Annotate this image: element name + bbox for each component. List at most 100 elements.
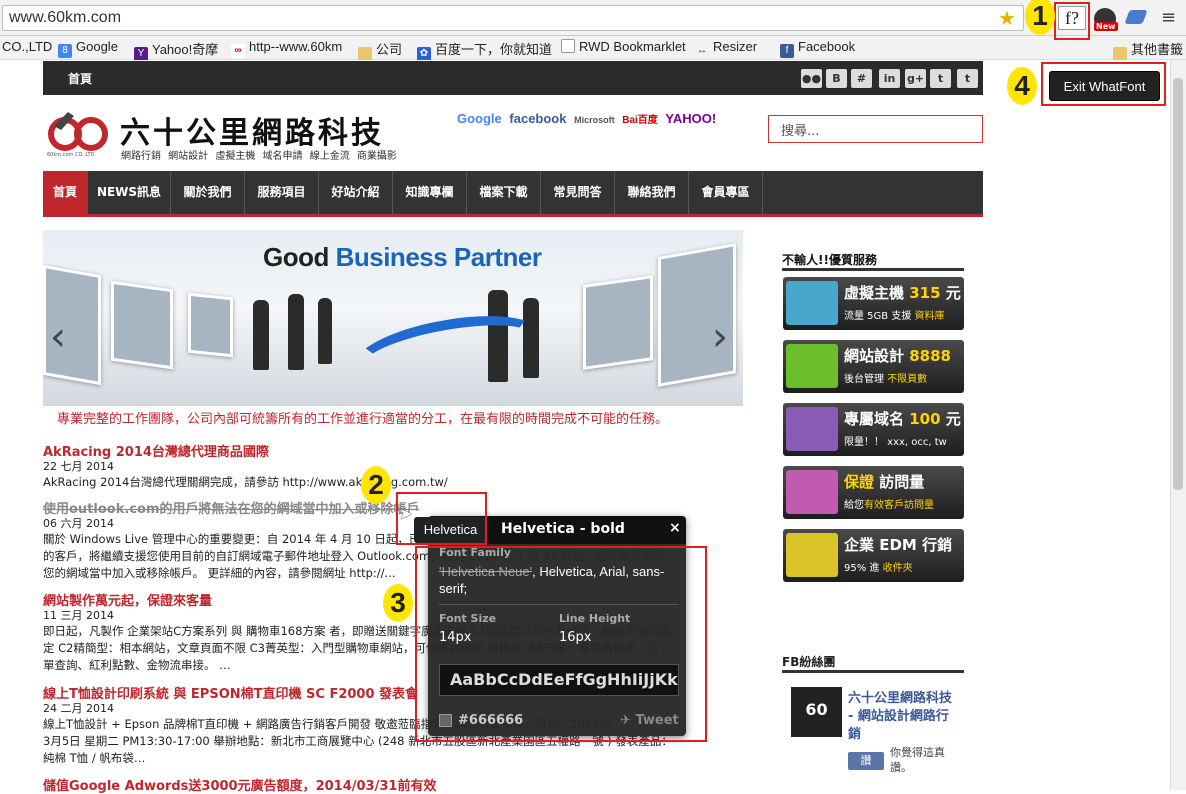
service-title: 企業 EDM 行銷	[844, 536, 953, 554]
color-hex: #666666	[458, 713, 524, 728]
brand-tagline: 網路行銷 網站設計 虛擬主機 域名申請 線上金流 商業攝影	[121, 151, 397, 162]
nav-faq[interactable]: 常見問答	[541, 171, 615, 214]
bookmark-label: 百度一下，你就知道	[435, 42, 553, 57]
menu-icon[interactable]: ≡	[1161, 7, 1176, 28]
service-hosting-card[interactable]: 虛擬主機 315 元 流量 5GB 支援 資料庫	[783, 277, 964, 330]
service-edm-card[interactable]: 企業 EDM 行銷 95% 進 收件夾	[783, 529, 964, 582]
folder-icon: ▬	[358, 47, 372, 61]
banner-person	[253, 300, 269, 370]
topbar-home-link[interactable]: 首頁	[68, 70, 92, 87]
bookmark-label: 公司	[376, 42, 403, 57]
blogger-icon[interactable]: B	[826, 69, 847, 88]
other-bookmarks[interactable]: ▬ 其他書籤	[1113, 39, 1183, 61]
bookmark-item[interactable]: f Facebook	[780, 39, 855, 58]
bookmark-star-icon[interactable]: ★	[998, 6, 1016, 30]
nav-sites[interactable]: 好站介紹	[319, 171, 393, 214]
flickr-icon[interactable]: ●●	[801, 69, 822, 88]
mail-icon	[786, 533, 838, 577]
fb-page-name[interactable]: 六十公里網路科技 - 網站設計網路行銷	[848, 690, 958, 744]
nav-members[interactable]: 會員專區	[689, 171, 763, 214]
resize-icon: ↔	[697, 45, 707, 56]
banner-person	[318, 298, 332, 364]
baidu-icon: ✿	[417, 47, 431, 61]
bookmark-item[interactable]: RWD Bookmarklet	[561, 39, 686, 54]
nav-downloads[interactable]: 檔案下載	[467, 171, 541, 214]
scrollbar-thumb[interactable]	[1173, 78, 1183, 490]
bookmark-item[interactable]: ▬ 公司	[358, 39, 402, 61]
news-date: 22 七月 2014	[43, 460, 114, 473]
bookmark-item[interactable]: 8 Google	[58, 39, 118, 58]
nav-about[interactable]: 關於我們	[171, 171, 245, 214]
service-subtitle: 95% 進 收件夾	[844, 563, 913, 574]
banner-prev-icon[interactable]: ‹	[50, 314, 66, 360]
nav-news[interactable]: NEWS訊息	[88, 171, 171, 214]
service-subtitle: 流量 5GB 支援 資料庫	[844, 311, 945, 322]
fb-like-button[interactable]: 讚	[848, 752, 884, 770]
chart-icon	[786, 470, 838, 514]
logo-subtext: 60km.com CO.,LTD.	[47, 152, 96, 158]
partner-google: Google	[457, 111, 502, 126]
yahoo-icon: Y	[134, 47, 148, 61]
service-domain-card[interactable]: 專屬域名 100 元 限量！！ xxx, occ, tw	[783, 403, 964, 456]
tweet-button[interactable]: ✈ Tweet	[620, 713, 679, 728]
sidebar-title: 不輸人!!優質服務	[782, 253, 877, 267]
address-bar[interactable]: www.60km.com	[2, 5, 1024, 31]
site-search-input[interactable]: 搜尋...	[768, 115, 983, 143]
google-plus-icon[interactable]: g+	[905, 69, 926, 88]
other-bookmarks-label: 其他書籤	[1131, 42, 1184, 57]
bookmark-label: http--www.60km	[249, 39, 343, 54]
fb-page-logo[interactable]: 60	[791, 687, 842, 737]
service-subtitle: 後台管理 不限頁數	[844, 374, 928, 385]
service-webdesign-card[interactable]: 網站設計 8888 後台管理 不限頁數	[783, 340, 964, 393]
linkedin-icon[interactable]: in	[879, 69, 900, 88]
close-icon[interactable]: ×	[669, 520, 681, 536]
exit-whatfont-button[interactable]: Exit WhatFont	[1049, 71, 1160, 101]
fb-like-text: 你覺得這真讚。	[890, 746, 945, 774]
annotation-number: 2	[361, 466, 391, 504]
bookmark-label: Yahoo!奇摩	[152, 42, 219, 57]
plurk-icon[interactable]: #	[851, 69, 872, 88]
nav-services[interactable]: 服務項目	[245, 171, 319, 214]
bookmark-item[interactable]: ∞ http--www.60km	[231, 39, 342, 58]
bookmark-item[interactable]: ↔ Resizer	[695, 39, 757, 58]
service-title: 保證 訪問量	[844, 473, 925, 491]
cursor-icon: ➤	[399, 504, 413, 523]
hero-banner[interactable]: Good Business Partner	[43, 230, 743, 406]
twitter-icon[interactable]: t	[957, 69, 978, 88]
partner-yahoo: YAHOO!	[665, 111, 717, 126]
banner-next-icon[interactable]: ›	[712, 314, 728, 360]
nav-home[interactable]: 首頁	[43, 171, 88, 214]
annotation-number: 4	[1007, 67, 1037, 105]
bookmarks-bar: CO.,LTD 8 Google Y Yahoo!奇摩 ∞ http--www.60k…	[0, 36, 1186, 61]
sidebar-divider	[782, 268, 964, 271]
news-date: 24 二月 2014	[43, 702, 114, 715]
bookmark-item[interactable]: ✿ 百度一下，你就知道	[417, 39, 552, 61]
service-traffic-card[interactable]: 保證 訪問量 給您有效客戶訪問量	[783, 466, 964, 519]
banner-title: Good Business Partner	[263, 242, 542, 272]
partner-facebook: facebook	[509, 111, 567, 126]
bookmark-item[interactable]: CO.,LTD	[2, 39, 52, 54]
nav-knowledge[interactable]: 知識專欄	[393, 171, 467, 214]
tumblr-icon[interactable]: t	[930, 69, 951, 88]
banner-tagline: 專業完整的工作團隊，公司內部可統籌所有的工作並進行適當的分工，在最有限的時間完成…	[57, 412, 669, 427]
site-logo[interactable]	[48, 108, 108, 158]
service-subtitle: 限量！！ xxx, occ, tw	[844, 437, 947, 448]
news-date: 06 六月 2014	[43, 517, 114, 530]
font-size-value: 14px	[439, 630, 472, 645]
page-icon	[561, 39, 575, 53]
bookmark-item[interactable]: Y Yahoo!奇摩	[134, 39, 218, 61]
news-title[interactable]: 儲值Google Adwords送3000元廣告額度，2014/03/31前有效	[43, 775, 436, 794]
banner-monitor	[583, 275, 653, 370]
whatfont-extension-button[interactable]: f?	[1058, 6, 1086, 30]
service-title: 專屬域名 100 元	[844, 410, 961, 428]
fb-section-title: FB紛絲團	[782, 655, 836, 669]
google-icon: 8	[58, 44, 72, 58]
nav-contact[interactable]: 聯絡我們	[615, 171, 689, 214]
font-family-value: 'Helvetica Neue', Helvetica, Arial, sans…	[439, 564, 665, 596]
partner-microsoft: Microsoft	[574, 115, 615, 125]
banner-monitor	[111, 280, 173, 370]
service-subtitle: 給您有效客戶訪問量	[844, 500, 934, 511]
annotation-number: 3	[383, 584, 413, 622]
font-family-label: Font Family	[439, 546, 512, 559]
globe-hand-icon	[786, 407, 838, 451]
